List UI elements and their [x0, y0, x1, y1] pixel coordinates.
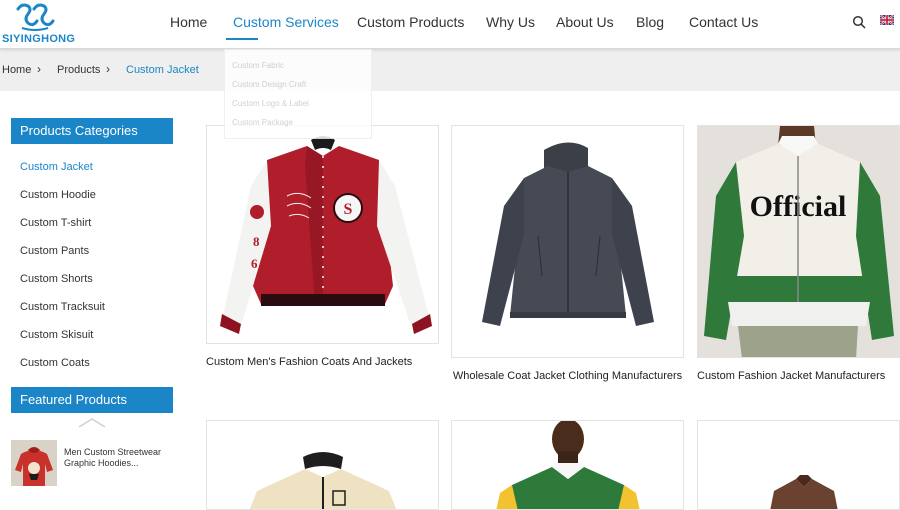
chevron-up-icon[interactable]: [78, 417, 106, 429]
softshell-jacket-image: [482, 142, 654, 326]
product-card-image[interactable]: [451, 420, 684, 510]
category-custom-tshirt[interactable]: Custom T-shirt: [20, 217, 91, 229]
logo-mark-icon: [16, 3, 55, 31]
category-custom-tracksuit[interactable]: Custom Tracksuit: [20, 301, 105, 313]
breadcrumb-current: Custom Jacket: [126, 64, 199, 76]
nav-why-us[interactable]: Why Us: [486, 14, 535, 30]
site-header: SIYINGHONG Home Custom Services Custom P…: [0, 0, 900, 49]
nav-custom-products[interactable]: Custom Products: [357, 14, 464, 30]
product-card-image[interactable]: [697, 420, 900, 510]
categories-heading: Products Categories: [11, 118, 173, 144]
breadcrumb-products[interactable]: Products: [57, 64, 100, 76]
category-custom-skisuit[interactable]: Custom Skisuit: [20, 329, 93, 341]
svg-text:8: 8: [253, 234, 260, 249]
nav-custom-services[interactable]: Custom Services: [233, 14, 339, 30]
product-title[interactable]: Custom Fashion Jacket Manufacturers: [697, 370, 900, 382]
services-dropdown-menu: Custom Fabric Custom Design Craft Custom…: [224, 49, 372, 139]
dropdown-item-design-craft[interactable]: Custom Design Craft: [232, 80, 306, 89]
chevron-right-icon: ›: [106, 62, 110, 76]
category-custom-coats[interactable]: Custom Coats: [20, 357, 90, 369]
dropdown-item-logo-label[interactable]: Custom Logo & Label: [232, 99, 309, 108]
product-card-image[interactable]: [206, 420, 439, 510]
search-icon[interactable]: [852, 15, 866, 29]
breadcrumb: Home › Products › Custom Jacket: [0, 49, 900, 91]
green-varsity-jacket-image: [496, 421, 640, 509]
nav-blog[interactable]: Blog: [636, 14, 664, 30]
nav-active-indicator: [226, 38, 258, 40]
varsity-jacket-image: S 8 6: [220, 136, 432, 334]
brand-logo[interactable]: SIYINGHONG: [2, 2, 76, 45]
nav-home[interactable]: Home: [170, 14, 207, 30]
leather-jacket-image: Official: [698, 126, 899, 357]
uk-flag-icon[interactable]: [880, 15, 894, 25]
category-custom-hoodie[interactable]: Custom Hoodie: [20, 189, 96, 201]
chevron-right-icon: ›: [37, 62, 41, 76]
featured-product-title[interactable]: Men Custom Streetwear Graphic Hoodies...: [64, 447, 174, 469]
brown-leather-jacket-image: [770, 475, 838, 509]
nav-about-us[interactable]: About Us: [556, 14, 614, 30]
brand-name: SIYINGHONG: [2, 33, 76, 45]
category-custom-jacket[interactable]: Custom Jacket: [20, 161, 93, 173]
dropdown-item-custom-fabric[interactable]: Custom Fabric: [232, 61, 284, 70]
product-card-image[interactable]: S 8 6: [206, 125, 439, 344]
featured-product-image[interactable]: [11, 440, 57, 486]
svg-text:6: 6: [251, 256, 258, 271]
product-card-image[interactable]: [451, 125, 684, 358]
product-title[interactable]: Custom Men's Fashion Coats And Jackets: [206, 356, 439, 368]
product-card-image[interactable]: Official: [697, 125, 900, 358]
cream-varsity-jacket-image: [249, 452, 397, 509]
category-custom-pants[interactable]: Custom Pants: [20, 245, 89, 257]
breadcrumb-home[interactable]: Home: [2, 64, 31, 76]
nav-contact-us[interactable]: Contact Us: [689, 14, 758, 30]
featured-heading: Featured Products: [11, 387, 173, 413]
category-custom-shorts[interactable]: Custom Shorts: [20, 273, 93, 285]
product-title[interactable]: Wholesale Coat Jacket Clothing Manufactu…: [451, 370, 684, 382]
dropdown-item-package[interactable]: Custom Package: [232, 118, 293, 127]
svg-text:S: S: [344, 201, 353, 218]
